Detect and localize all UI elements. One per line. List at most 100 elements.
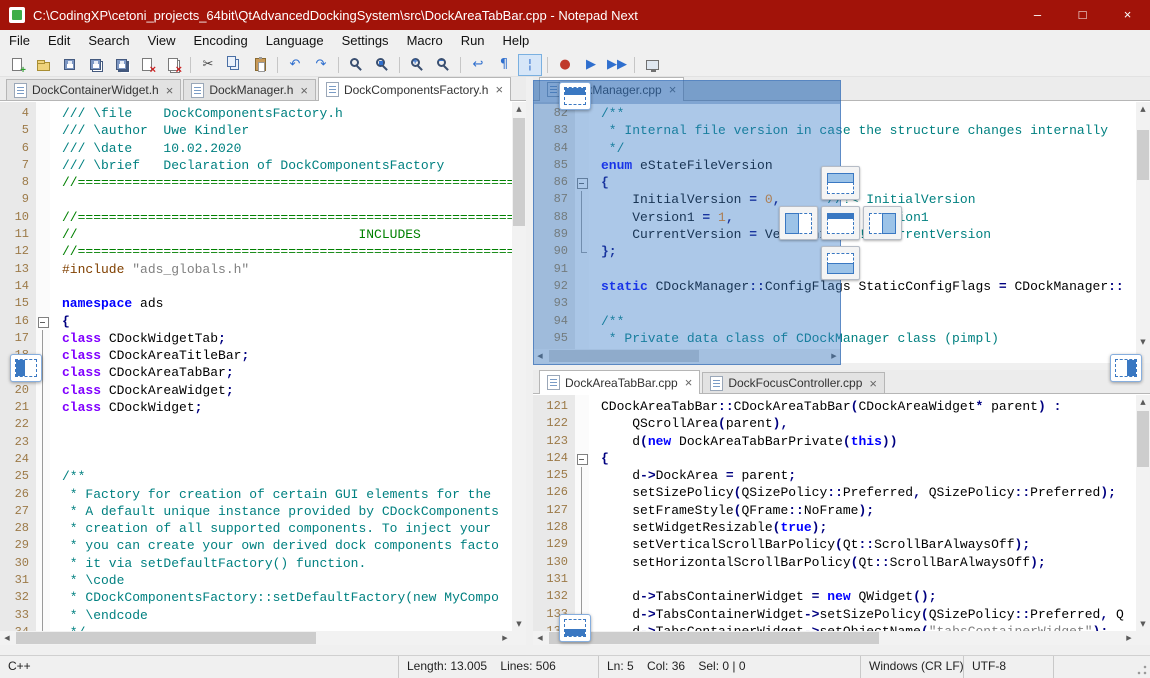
code-line[interactable]: 13#include "ads_globals.h": [0, 261, 512, 278]
save-all-button[interactable]: [109, 54, 133, 76]
fold-marker[interactable]: [36, 537, 50, 554]
code-line[interactable]: 24: [0, 451, 512, 468]
tab-DockManager.h[interactable]: DockManager.h×: [183, 79, 316, 100]
menu-help[interactable]: Help: [494, 30, 539, 51]
fold-marker[interactable]: [36, 313, 50, 330]
code-line[interactable]: 7/// \brief Declaration of DockComponent…: [0, 157, 512, 174]
menu-file[interactable]: File: [0, 30, 39, 51]
code-line[interactable]: 127 setFrameStyle(QFrame::NoFrame);: [533, 502, 1136, 519]
close-tab-icon[interactable]: ×: [869, 377, 877, 390]
code-line[interactable]: 31 * \code: [0, 572, 512, 589]
code-line[interactable]: 124{: [533, 450, 1136, 467]
fold-marker[interactable]: [575, 519, 589, 536]
close-all-button[interactable]: [161, 54, 185, 76]
code-line[interactable]: 19class CDockAreaTabBar;: [0, 364, 512, 381]
drop-indicator-bottom[interactable]: [821, 246, 860, 280]
code-line[interactable]: 32 * CDockComponentsFactory::setDefaultF…: [0, 589, 512, 606]
code-line[interactable]: 30 * it via setDefaultFactory() function…: [0, 555, 512, 572]
drop-indicator-right[interactable]: [863, 206, 902, 240]
cut-button[interactable]: ✂: [196, 54, 220, 76]
save-file-button[interactable]: [57, 54, 81, 76]
minimize-button[interactable]: –: [1015, 0, 1060, 30]
scroll-down-icon[interactable]: ▼: [1136, 617, 1150, 631]
fold-marker[interactable]: [575, 571, 589, 588]
fold-marker[interactable]: [36, 330, 50, 347]
code-line[interactable]: 10//====================================…: [0, 209, 512, 226]
paste-button[interactable]: [248, 54, 272, 76]
replace-button[interactable]: [370, 54, 394, 76]
undo-button[interactable]: ↶: [283, 54, 307, 76]
code-line[interactable]: 130 setHorizontalScrollBarPolicy(Qt::Scr…: [533, 554, 1136, 571]
playback-macro-button[interactable]: ▶: [579, 54, 603, 76]
save-copy-as-button[interactable]: [83, 54, 107, 76]
code-line[interactable]: 29 * you can create your own derived doc…: [0, 537, 512, 554]
fold-marker[interactable]: [36, 451, 50, 468]
menu-macro[interactable]: Macro: [398, 30, 452, 51]
code-line[interactable]: 20class CDockAreaWidget;: [0, 382, 512, 399]
code-line[interactable]: 121CDockAreaTabBar::CDockAreaTabBar(CDoc…: [533, 398, 1136, 415]
vertical-scrollbar[interactable]: ▲ ▼: [1136, 395, 1150, 631]
fold-marker[interactable]: [36, 520, 50, 537]
code-area[interactable]: 121CDockAreaTabBar::CDockAreaTabBar(CDoc…: [533, 395, 1136, 631]
menu-encoding[interactable]: Encoding: [185, 30, 257, 51]
code-line[interactable]: 131: [533, 571, 1136, 588]
scroll-left-icon[interactable]: ◀: [533, 631, 547, 645]
drop-indicator-bottom-edge[interactable]: [559, 614, 591, 642]
fold-marker[interactable]: [575, 536, 589, 553]
code-line[interactable]: 16{: [0, 313, 512, 330]
vertical-scrollbar[interactable]: ▲ ▼: [1136, 102, 1150, 349]
code-line[interactable]: 14: [0, 278, 512, 295]
open-file-button[interactable]: [31, 54, 55, 76]
vertical-scrollbar[interactable]: ▲ ▼: [512, 102, 526, 631]
drop-indicator-left-edge[interactable]: [10, 354, 42, 382]
code-line[interactable]: 15namespace ads: [0, 295, 512, 312]
monitor-button[interactable]: [640, 54, 664, 76]
scroll-up-icon[interactable]: ▲: [1136, 395, 1150, 409]
code-line[interactable]: 4/// \file DockComponentsFactory.h: [0, 105, 512, 122]
fold-marker[interactable]: [575, 484, 589, 501]
close-tab-icon[interactable]: ×: [166, 84, 174, 97]
scroll-up-icon[interactable]: ▲: [1136, 102, 1150, 116]
scroll-down-icon[interactable]: ▼: [512, 617, 526, 631]
tab-DockAreaTabBar.cpp[interactable]: DockAreaTabBar.cpp×: [539, 370, 700, 394]
code-line[interactable]: 18class CDockAreaTitleBar;: [0, 347, 512, 364]
drop-indicator-top[interactable]: [821, 166, 860, 200]
scroll-up-icon[interactable]: ▲: [512, 102, 526, 116]
fold-marker[interactable]: [575, 502, 589, 519]
title-bar[interactable]: C:\CodingXP\cetoni_projects_64bit\QtAdva…: [0, 0, 1150, 30]
code-line[interactable]: 128 setWidgetResizable(true);: [533, 519, 1136, 536]
tab-DockFocusController.cpp[interactable]: DockFocusController.cpp×: [702, 372, 885, 393]
code-line[interactable]: 12//====================================…: [0, 243, 512, 260]
word-wrap-button[interactable]: ↩: [466, 54, 490, 76]
editor-dockareatabbar[interactable]: 121CDockAreaTabBar::CDockAreaTabBar(CDoc…: [533, 395, 1150, 645]
fold-marker[interactable]: [36, 607, 50, 624]
show-all-characters-button[interactable]: ¶: [492, 54, 516, 76]
fold-marker[interactable]: [36, 382, 50, 399]
code-line[interactable]: 22: [0, 416, 512, 433]
fold-marker[interactable]: [36, 416, 50, 433]
code-line[interactable]: 27 * A default unique instance provided …: [0, 503, 512, 520]
menu-edit[interactable]: Edit: [39, 30, 79, 51]
fold-marker[interactable]: [575, 450, 589, 467]
resize-grip[interactable]: [1136, 664, 1148, 676]
menu-settings[interactable]: Settings: [333, 30, 398, 51]
fold-marker[interactable]: [36, 624, 50, 631]
zoom-out-button[interactable]: [431, 54, 455, 76]
drop-indicator-top-edge[interactable]: [559, 82, 591, 110]
copy-button[interactable]: [222, 54, 246, 76]
fold-marker[interactable]: [36, 555, 50, 572]
code-line[interactable]: 5/// \author Uwe Kindler: [0, 122, 512, 139]
fold-marker[interactable]: [36, 399, 50, 416]
horizontal-scrollbar[interactable]: ◀ ▶: [0, 631, 512, 645]
fold-marker[interactable]: [36, 503, 50, 520]
fold-marker[interactable]: [36, 486, 50, 503]
close-button[interactable]: ×: [1105, 0, 1150, 30]
code-line[interactable]: 133 d->TabsContainerWidget->setSizePolic…: [533, 606, 1136, 623]
menu-search[interactable]: Search: [79, 30, 138, 51]
menu-view[interactable]: View: [139, 30, 185, 51]
scroll-thumb[interactable]: [1137, 411, 1149, 467]
tab-DockComponentsFactory.h[interactable]: DockComponentsFactory.h×: [318, 77, 511, 101]
drop-indicator-center[interactable]: [821, 206, 860, 240]
maximize-button[interactable]: □: [1060, 0, 1105, 30]
code-line[interactable]: 123 d(new DockAreaTabBarPrivate(this)): [533, 433, 1136, 450]
